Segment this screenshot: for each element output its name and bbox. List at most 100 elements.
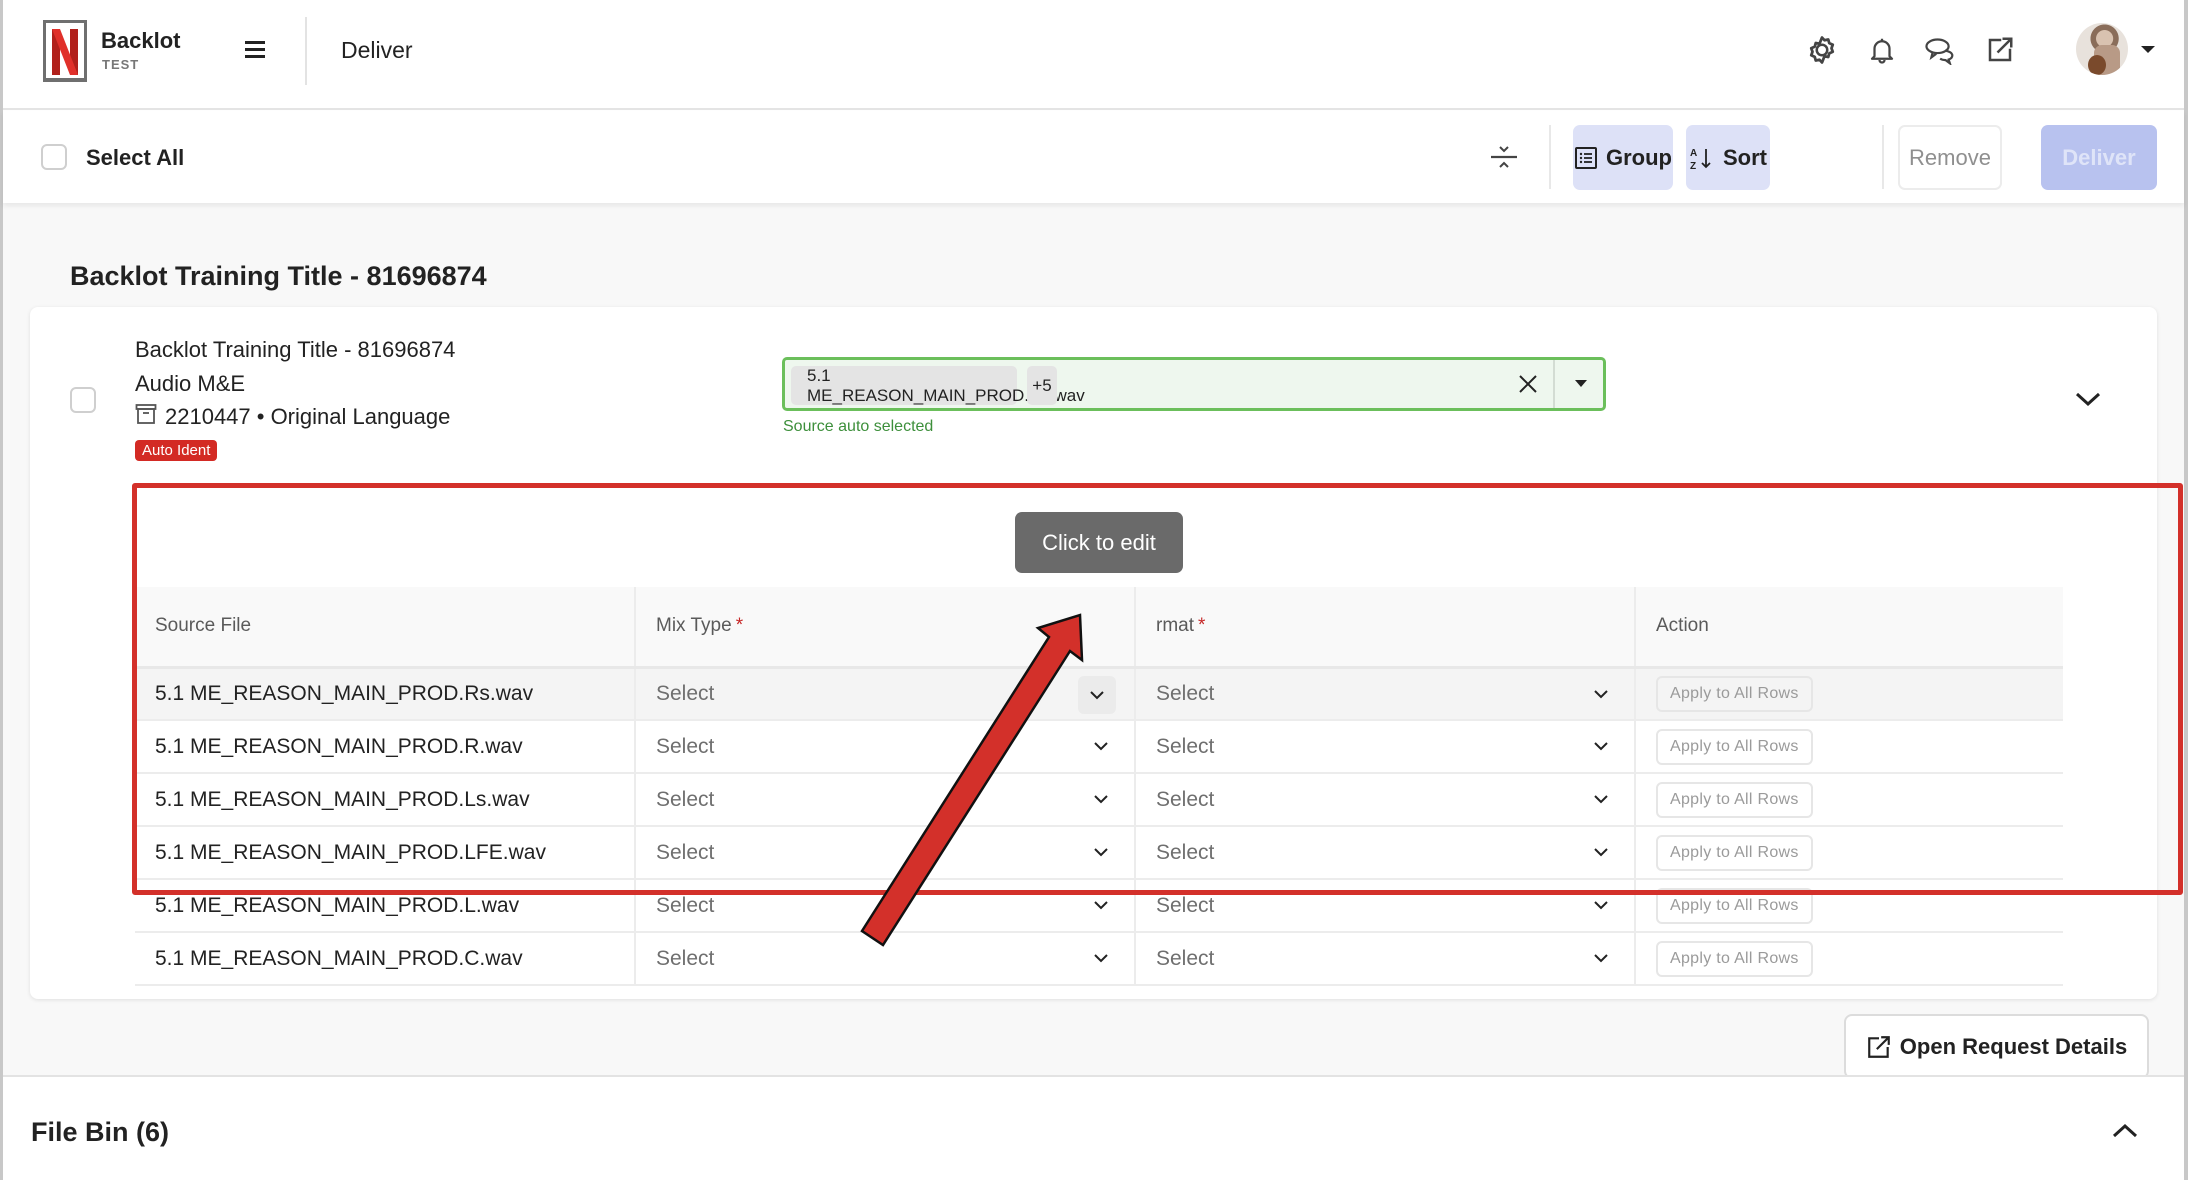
- source-file-cell: 5.1 ME_REASON_MAIN_PROD.LFE.wav: [135, 826, 636, 880]
- apply-to-all-rows-button[interactable]: Apply to All Rows: [1656, 675, 1813, 712]
- svg-text:Z: Z: [1690, 161, 1696, 171]
- open-request-details-label: Open Request Details: [1899, 1033, 2128, 1059]
- sort-button[interactable]: AZ Sort: [1686, 125, 1770, 190]
- chevron-down-icon[interactable]: [1592, 790, 1610, 808]
- apply-to-all-rows-button[interactable]: Apply to All Rows: [1656, 834, 1813, 871]
- select-all-checkbox[interactable]: [41, 144, 67, 170]
- external-link-icon[interactable]: [1983, 33, 2017, 67]
- format-select[interactable]: Select: [1135, 932, 1636, 986]
- format-select[interactable]: Select: [1135, 720, 1636, 774]
- chevron-down-icon[interactable]: [1092, 737, 1110, 755]
- apply-to-all-rows-button[interactable]: Apply to All Rows: [1656, 781, 1813, 818]
- column-header-format: rmat *: [1135, 587, 1636, 669]
- request-title: Backlot Training Title - 81696874: [135, 337, 456, 362]
- netflix-logo[interactable]: [43, 20, 87, 82]
- format-value: Select: [1156, 893, 1215, 917]
- format-select[interactable]: Select: [1135, 826, 1636, 880]
- group-button-label: Group: [1606, 144, 1672, 170]
- source-file-cell: 5.1 ME_REASON_MAIN_PROD.C.wav: [135, 932, 636, 986]
- action-cell: Apply to All Rows: [1635, 932, 2063, 986]
- apply-to-all-rows-button[interactable]: Apply to All Rows: [1656, 728, 1813, 765]
- format-value: Select: [1156, 787, 1215, 811]
- menu-icon[interactable]: [245, 38, 271, 64]
- table-header-row: Source File Mix Type * rmat * Action: [135, 587, 2063, 669]
- apply-to-all-rows-button[interactable]: Apply to All Rows: [1656, 887, 1813, 924]
- action-cell: Apply to All Rows: [1635, 720, 2063, 774]
- mix-type-value: Select: [656, 893, 715, 917]
- format-select[interactable]: Select: [1135, 667, 1636, 721]
- chevron-down-icon[interactable]: [1592, 949, 1610, 967]
- mix-type-value: Select: [656, 734, 715, 758]
- netflix-n-icon: [52, 29, 78, 75]
- select-all-label: Select All: [86, 145, 185, 170]
- mix-type-select[interactable]: Select: [635, 667, 1136, 721]
- open-request-details-button[interactable]: Open Request Details: [1844, 1014, 2149, 1079]
- request-checkbox[interactable]: [70, 387, 96, 413]
- chevron-down-icon[interactable]: [1092, 896, 1110, 914]
- auto-ident-badge: Auto Ident: [135, 440, 218, 461]
- request-type: Audio M&E: [135, 371, 246, 396]
- apply-to-all-rows-button[interactable]: Apply to All Rows: [1656, 940, 1813, 977]
- chevron-down-icon[interactable]: [1092, 949, 1110, 967]
- chevron-down-icon[interactable]: [1092, 843, 1110, 861]
- mix-type-value: Select: [656, 681, 715, 705]
- mix-type-select[interactable]: Select: [635, 879, 1136, 933]
- format-select[interactable]: Select: [1135, 879, 1636, 933]
- file-bin-panel: File Bin (6): [3, 1075, 2184, 1180]
- chevron-down-icon[interactable]: [1078, 675, 1116, 714]
- remove-button[interactable]: Remove: [1898, 125, 2002, 190]
- archive-icon: [135, 404, 157, 424]
- format-value: Select: [1156, 946, 1215, 970]
- bell-icon[interactable]: [1865, 33, 1899, 67]
- mix-type-value: Select: [656, 946, 715, 970]
- deliver-button[interactable]: Deliver: [2041, 125, 2157, 190]
- format-value: Select: [1156, 681, 1215, 705]
- user-avatar[interactable]: [2076, 23, 2128, 75]
- table-row: 5.1 ME_REASON_MAIN_PROD.Ls.wav Select Sele…: [135, 773, 2063, 827]
- clear-selection-icon[interactable]: [1515, 371, 1541, 397]
- source-file-cell: 5.1 ME_REASON_MAIN_PROD.L.wav: [135, 879, 636, 933]
- mix-type-select[interactable]: Select: [635, 773, 1136, 827]
- table-row: 5.1 ME_REASON_MAIN_PROD.Rs.wav Select Sele…: [135, 667, 2063, 721]
- collapse-chevron-icon[interactable]: [2110, 1119, 2140, 1143]
- action-cell: Apply to All Rows: [1635, 879, 2063, 933]
- select-divider: [1553, 360, 1555, 408]
- column-header-source-file: Source File: [135, 587, 636, 669]
- selected-source-chip: 5.1 ME_REASON_MAIN_PROD.Rs.wav: [791, 366, 1085, 405]
- source-file-multiselect[interactable]: 5.1 ME_REASON_MAIN_PROD.Rs.wav +5: [782, 357, 1606, 411]
- expand-chevron-icon[interactable]: [2073, 387, 2103, 411]
- gear-icon[interactable]: [1805, 33, 1839, 67]
- file-bin-title: File Bin (6): [31, 1117, 170, 1147]
- chevron-down-icon[interactable]: [1092, 790, 1110, 808]
- required-mark: *: [1198, 615, 1206, 637]
- main-content: Backlot Training Title - 81696874 Backlo…: [3, 203, 2184, 1079]
- column-header-mix-type: Mix Type *: [635, 587, 1136, 669]
- chevron-down-icon[interactable]: [1592, 843, 1610, 861]
- sort-button-label: Sort: [1723, 144, 1767, 170]
- request-meta: 2210447 • Original Language: [165, 404, 451, 429]
- caret-down-icon[interactable]: [2141, 46, 2155, 53]
- collapse-all-icon[interactable]: [1488, 141, 1520, 173]
- action-cell: Apply to All Rows: [1635, 773, 2063, 827]
- sort-az-icon: AZ: [1690, 148, 1711, 171]
- toolbar-divider: [1882, 125, 1884, 189]
- mix-type-select[interactable]: Select: [635, 932, 1136, 986]
- brand-name: Backlot: [101, 28, 181, 53]
- delivery-request-card: Backlot Training Title - 81696874 Audio …: [30, 307, 2157, 1079]
- source-mapping-table: Source File Mix Type * rmat * Action 5.1 M…: [135, 587, 2063, 986]
- format-select[interactable]: Select: [1135, 773, 1636, 827]
- format-value: Select: [1156, 734, 1215, 758]
- format-value: Select: [1156, 840, 1215, 864]
- more-selected-chip[interactable]: +5: [1027, 366, 1057, 405]
- chevron-down-icon[interactable]: [1592, 685, 1610, 703]
- group-button[interactable]: Group: [1573, 125, 1673, 190]
- mix-type-select[interactable]: Select: [635, 826, 1136, 880]
- table-row: 5.1 ME_REASON_MAIN_PROD.LFE.wav Select Sel…: [135, 826, 2063, 880]
- chevron-down-icon[interactable]: [1592, 737, 1610, 755]
- dropdown-caret-icon[interactable]: [1575, 380, 1587, 387]
- chevron-down-icon[interactable]: [1592, 896, 1610, 914]
- action-toolbar: Select All Group AZ Sort Remove Deliver: [3, 111, 2184, 203]
- chat-icon[interactable]: [1923, 33, 1957, 67]
- mix-type-select[interactable]: Select: [635, 720, 1136, 774]
- mix-type-value: Select: [656, 840, 715, 864]
